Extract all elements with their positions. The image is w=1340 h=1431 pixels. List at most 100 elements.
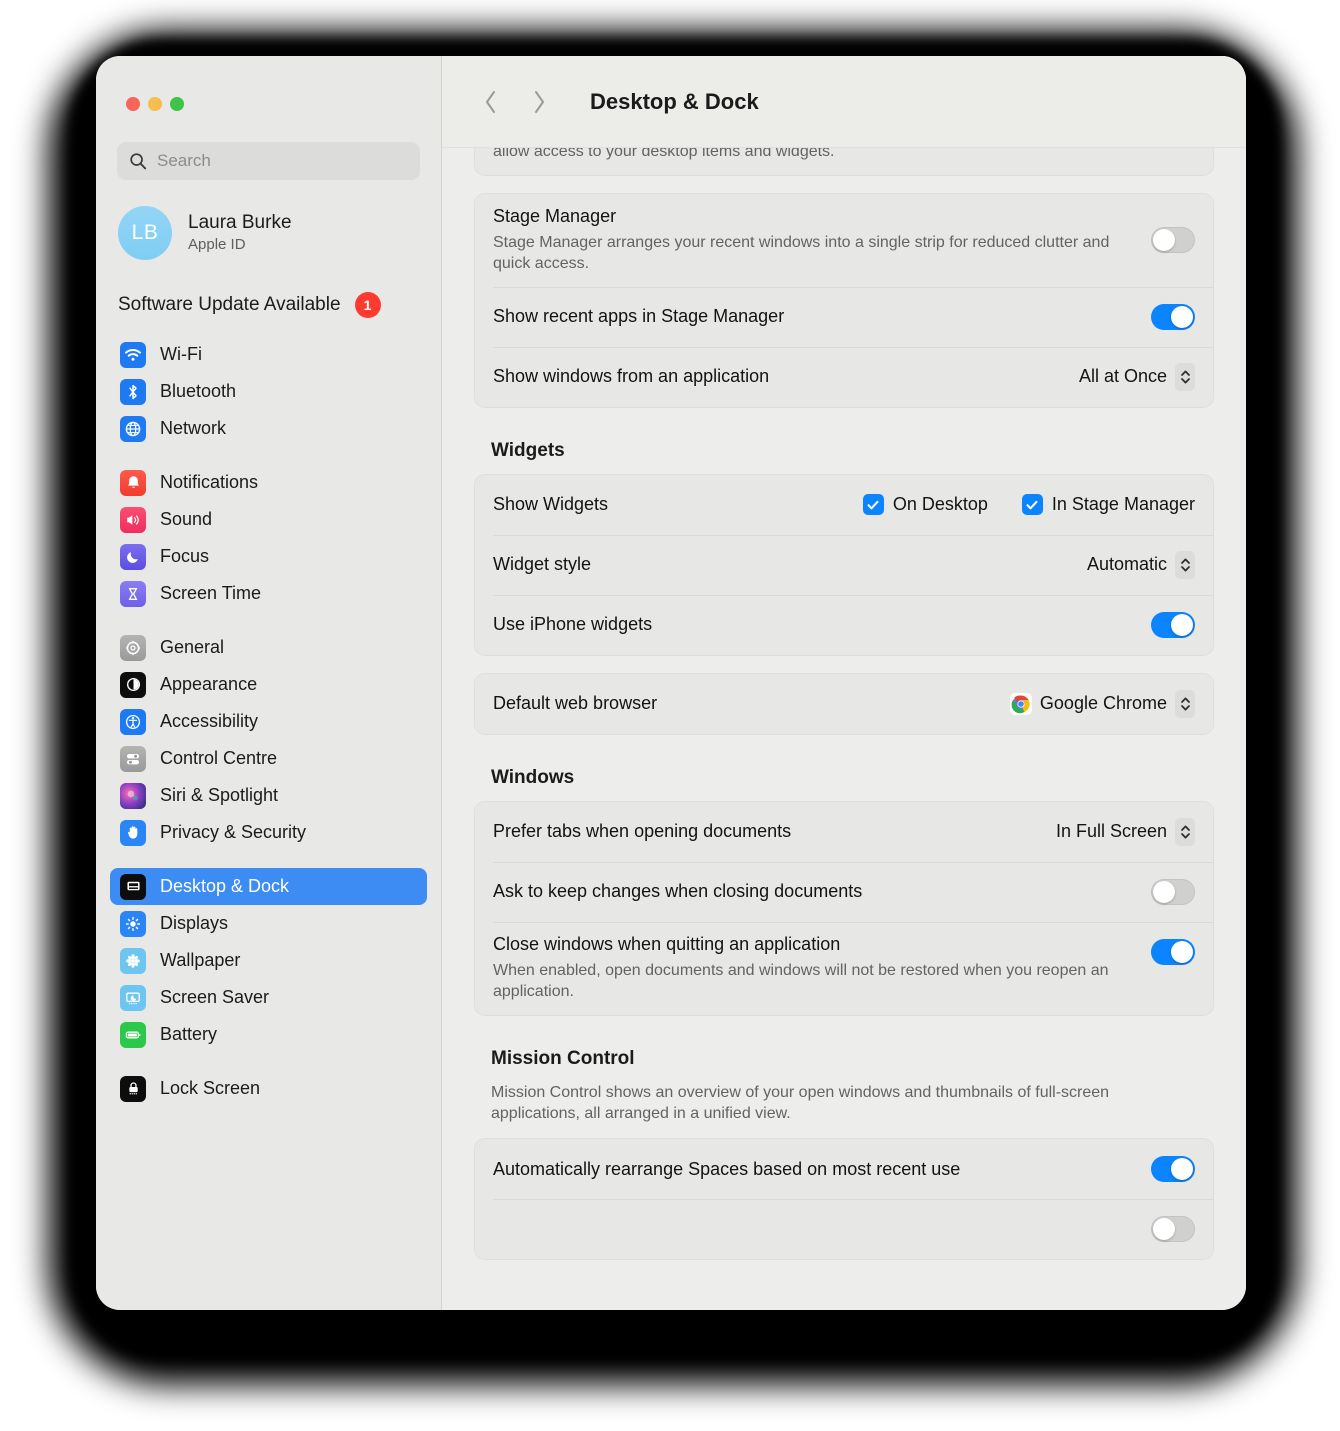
sidebar-item-label: Battery — [160, 1024, 218, 1044]
show-widgets-row[interactable]: Show Widgets On Desktop In Stage Manager — [475, 475, 1213, 535]
sidebar-item-label: Bluetooth — [160, 381, 237, 401]
toolbar: Desktop & Dock — [442, 56, 1246, 148]
widget-style-row[interactable]: Widget style Automatic — [475, 534, 1213, 595]
close-windows-description: When enabled, open documents and windows… — [493, 961, 1109, 1001]
ask-keep-changes-label: Ask to keep changes when closing documen… — [493, 881, 863, 902]
show-windows-label: Show windows from an application — [493, 366, 770, 387]
rearrange-spaces-row[interactable]: Automatically rearrange Spaces based on … — [475, 1139, 1213, 1199]
close-windows-toggle[interactable] — [1151, 938, 1195, 965]
sidebar-group-display: Desktop & Dock Displays Wallpaper Screen… — [110, 868, 427, 1053]
stage-manager-row[interactable]: Stage Manager Stage Manager arranges you… — [475, 194, 1213, 287]
account-name: Laura Burke — [188, 212, 292, 233]
in-stage-manager-label: In Stage Manager — [1051, 494, 1195, 515]
stage-manager-toggle[interactable] — [1151, 227, 1195, 254]
iphone-widgets-toggle[interactable] — [1151, 611, 1195, 638]
sidebar-nav: Wi-Fi Bluetooth Network Notifications So… — [96, 336, 441, 1107]
sidebar-item-notifications[interactable]: Notifications — [110, 464, 427, 501]
mission-control-card: Automatically rearrange Spaces based on … — [474, 1138, 1214, 1261]
show-windows-popup[interactable]: All at Once — [1079, 362, 1195, 391]
sidebar-item-label: Privacy & Security — [160, 822, 307, 842]
speaker-icon — [120, 506, 146, 533]
sidebar-item-lock-screen[interactable]: Lock Screen — [110, 1070, 427, 1107]
accessibility-icon — [120, 708, 146, 735]
network-icon — [120, 415, 146, 442]
widget-style-popup[interactable]: Automatic — [1087, 550, 1195, 579]
sidebar-item-label: Screen Saver — [160, 987, 270, 1007]
sidebar-item-bluetooth[interactable]: Bluetooth — [110, 373, 427, 410]
sidebar-item-sound[interactable]: Sound — [110, 501, 427, 538]
zoom-button[interactable] — [170, 97, 184, 111]
back-button[interactable] — [480, 85, 502, 119]
widget-style-label: Widget style — [493, 554, 592, 575]
clipped-top-card: x allow access to your desktop items and… — [474, 148, 1214, 176]
sidebar-item-label: Desktop & Dock — [160, 876, 290, 896]
screenshot-stage: Search LB Laura Burke Apple ID Software … — [0, 0, 1340, 1431]
close-windows-label: Close windows when quitting an applicati… — [493, 933, 841, 954]
default-browser-row[interactable]: Default web browser Google Chrome — [475, 674, 1213, 734]
mission-control-heading: Mission Control — [491, 1047, 635, 1069]
search-placeholder: Search — [157, 151, 211, 170]
clipped-bottom-row[interactable]: x — [475, 1199, 1213, 1259]
control-centre-icon — [120, 745, 146, 772]
prefer-tabs-value: In Full Screen — [1055, 821, 1167, 842]
in-stage-manager-checkbox[interactable] — [1021, 494, 1043, 516]
windows-heading: Windows — [491, 766, 575, 788]
sidebar-item-screen-saver[interactable]: Screen Saver — [110, 979, 427, 1016]
chevron-updown-icon[interactable] — [1175, 689, 1195, 718]
close-button[interactable] — [126, 97, 140, 111]
bell-icon — [120, 469, 146, 496]
sidebar-item-wi-fi[interactable]: Wi-Fi — [110, 336, 427, 373]
sidebar-item-displays[interactable]: Displays — [110, 905, 427, 942]
appearance-icon — [120, 671, 146, 698]
show-windows-row[interactable]: Show windows from an application All at … — [475, 346, 1213, 407]
rearrange-spaces-toggle[interactable] — [1151, 1156, 1195, 1183]
sidebar-item-screen-time[interactable]: Screen Time — [110, 575, 427, 612]
chevron-updown-icon[interactable] — [1175, 362, 1195, 391]
ask-keep-changes-toggle[interactable] — [1151, 878, 1195, 905]
minimize-button[interactable] — [148, 97, 162, 111]
apple-id-account-row[interactable]: LB Laura Burke Apple ID — [118, 206, 441, 260]
sidebar-item-focus[interactable]: Focus — [110, 538, 427, 575]
show-recent-apps-row[interactable]: Show recent apps in Stage Manager — [475, 286, 1213, 347]
chevron-updown-icon[interactable] — [1175, 550, 1195, 579]
software-update-row[interactable]: Software Update Available 1 — [118, 292, 441, 318]
battery-icon — [120, 1021, 146, 1048]
default-browser-popup[interactable]: Google Chrome — [1040, 689, 1195, 718]
prefer-tabs-row[interactable]: Prefer tabs when opening documents In Fu… — [475, 802, 1213, 862]
lock-icon — [120, 1075, 146, 1102]
sidebar-item-general[interactable]: General — [110, 629, 427, 666]
rearrange-spaces-label: Automatically rearrange Spaces based on … — [493, 1158, 961, 1179]
sidebar-item-label: Accessibility — [160, 711, 259, 731]
show-recent-apps-toggle[interactable] — [1151, 303, 1195, 330]
content-pane: Desktop & Dock x allow access to your de… — [442, 56, 1246, 1310]
sidebar-item-network[interactable]: Network — [110, 410, 427, 447]
account-subtitle: Apple ID — [188, 235, 246, 253]
iphone-widgets-row[interactable]: Use iPhone widgets — [475, 594, 1213, 655]
bluetooth-icon — [120, 378, 146, 405]
clipped-bottom-toggle[interactable] — [1151, 1216, 1195, 1243]
sidebar-item-desktop-dock[interactable]: Desktop & Dock — [110, 868, 427, 905]
clipped-row: x allow access to your desktop items and… — [475, 148, 1213, 175]
sidebar-item-label: General — [160, 637, 225, 657]
search-field[interactable]: Search — [117, 142, 420, 180]
sidebar-item-control-centre[interactable]: Control Centre — [110, 740, 427, 777]
sidebar-item-siri-spotlight[interactable]: Siri & Spotlight — [110, 777, 427, 814]
sidebar-item-privacy-security[interactable]: Privacy & Security — [110, 814, 427, 851]
sidebar-item-label: Wallpaper — [160, 950, 241, 970]
close-windows-row[interactable]: Close windows when quitting an applicati… — [475, 921, 1213, 1015]
sidebar-item-appearance[interactable]: Appearance — [110, 666, 427, 703]
settings-scroll-area[interactable]: x allow access to your desktop items and… — [442, 148, 1246, 1310]
chevron-updown-icon[interactable] — [1175, 817, 1195, 846]
siri-icon — [120, 782, 146, 809]
prefer-tabs-popup[interactable]: In Full Screen — [1055, 817, 1195, 846]
default-browser-label: Default web browser — [493, 693, 658, 714]
in-stage-manager-checkbox-wrap[interactable]: In Stage Manager — [1021, 494, 1195, 516]
ask-keep-changes-row[interactable]: Ask to keep changes when closing documen… — [475, 861, 1213, 922]
on-desktop-checkbox-wrap[interactable]: On Desktop — [862, 494, 988, 516]
sidebar-item-wallpaper[interactable]: Wallpaper — [110, 942, 427, 979]
sidebar-item-accessibility[interactable]: Accessibility — [110, 703, 427, 740]
forward-button[interactable] — [528, 85, 550, 119]
sidebar-item-label: Control Centre — [160, 748, 278, 768]
sidebar-item-battery[interactable]: Battery — [110, 1016, 427, 1053]
on-desktop-checkbox[interactable] — [862, 494, 884, 516]
